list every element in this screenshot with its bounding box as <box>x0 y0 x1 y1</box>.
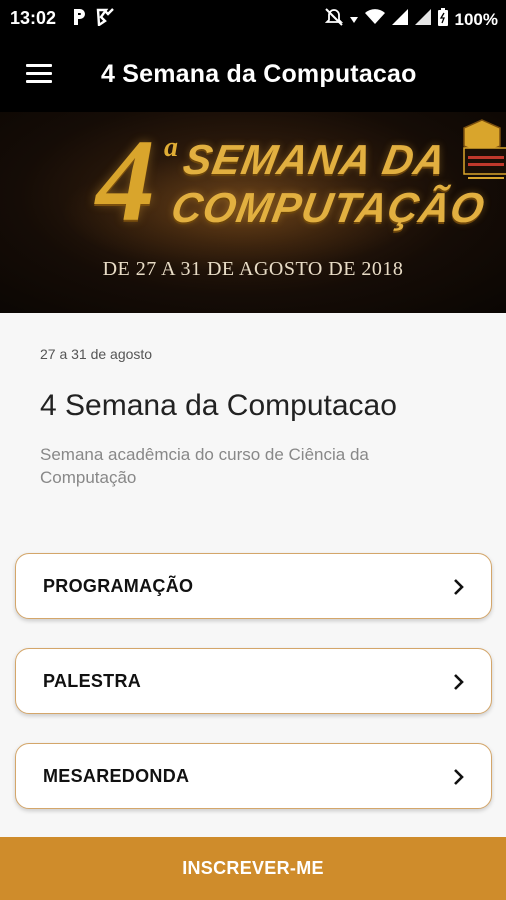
banner-superscript: a <box>164 132 178 163</box>
status-right-icons: 100% <box>324 8 498 31</box>
badge-logo <box>463 119 506 179</box>
menu-item-palestra[interactable]: PALESTRA <box>15 648 492 714</box>
banner-date: DE 27 A 31 DE AGOSTO DE 2018 <box>102 258 404 280</box>
banner-number: 4 <box>96 115 155 246</box>
banner-line-1: SEMANA DA <box>179 136 451 183</box>
mute-icon <box>324 8 343 31</box>
chevron-right-icon <box>454 769 464 785</box>
signal-icon <box>391 9 408 30</box>
menu-item-mesaredonda[interactable]: MESAREDONDA <box>15 743 492 809</box>
battery-icon <box>437 8 448 31</box>
status-left-icons <box>72 8 114 31</box>
chevron-right-icon <box>454 579 464 595</box>
page-title: 4 Semana da Computacao <box>101 60 417 88</box>
event-title: 4 Semana da Computacao <box>40 389 397 422</box>
menu-item-label: PROGRAMAÇÃO <box>43 576 194 596</box>
signal-icon-2 <box>414 9 431 30</box>
banner-line-2: COMPUTAÇÃO <box>167 184 489 231</box>
event-description: Semana acadêmcia do curso de Ciência da … <box>40 445 369 487</box>
menu-item-programacao[interactable]: PROGRAMAÇÃO <box>15 553 492 619</box>
register-button[interactable]: INSCREVER-ME <box>0 837 506 900</box>
hamburger-menu-icon[interactable] <box>22 60 56 88</box>
menu-item-label: MESAREDONDA <box>43 766 190 786</box>
battery-level: 100% <box>454 9 498 29</box>
chevron-right-icon <box>454 674 464 690</box>
parking-icon <box>72 8 86 31</box>
status-bar: 13:02 100% <box>0 0 506 36</box>
event-date: 27 a 31 de agosto <box>40 346 153 362</box>
menu-item-label: PALESTRA <box>43 671 142 691</box>
event-content: 27 a 31 de agosto 4 Semana da Computacao… <box>0 313 506 837</box>
data-arrow-icon <box>349 10 358 30</box>
event-banner: 4 a SEMANA DA COMPUTAÇÃO DE 27 A 31 DE A… <box>0 112 506 313</box>
status-time: 13:02 <box>10 8 57 28</box>
wifi-icon <box>364 9 385 30</box>
app-bar: 4 Semana da Computacao <box>0 36 506 112</box>
notification-check-icon <box>96 8 114 31</box>
